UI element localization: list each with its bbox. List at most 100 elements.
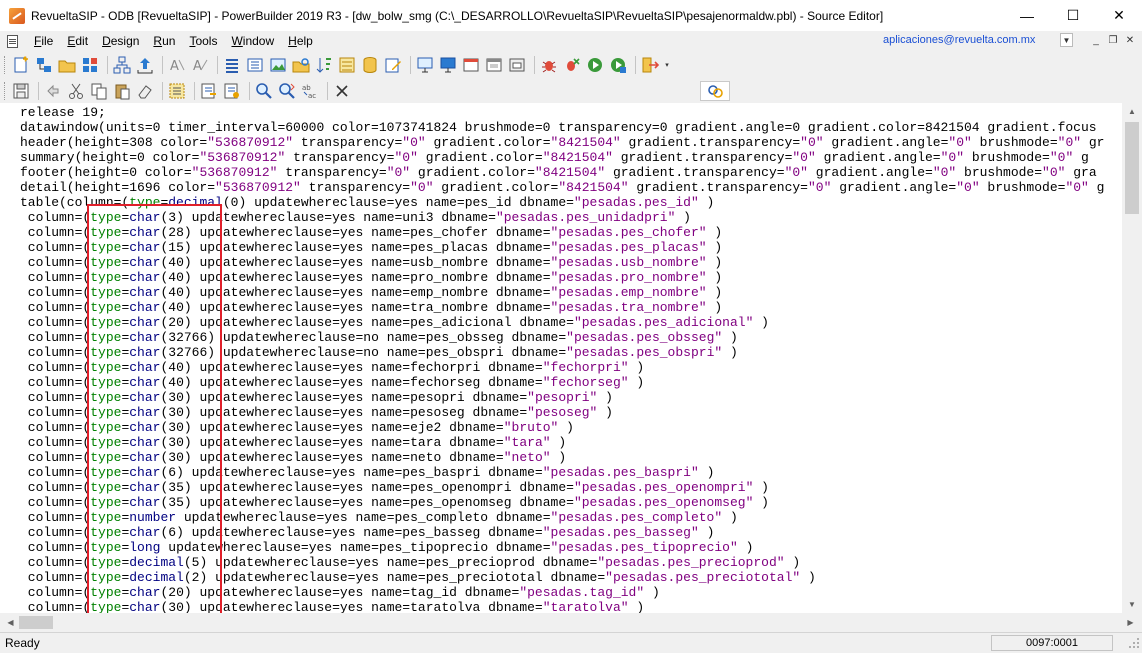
user-email-label[interactable]: aplicaciones@revuelta.com.mx [883, 34, 1035, 46]
code-token: ) [706, 255, 723, 270]
menu-item[interactable]: File [27, 31, 60, 51]
vertical-scroll-thumb[interactable] [1125, 122, 1139, 214]
code-token: ) [628, 375, 645, 390]
code-token: column=( [20, 270, 91, 285]
code-line[interactable]: release 19; [20, 105, 1104, 120]
code-token: column=( [20, 435, 91, 450]
text-style2-icon[interactable]: A [190, 55, 210, 75]
new-icon[interactable] [11, 55, 31, 75]
code-line[interactable]: header(height=308 color="536870912" tran… [20, 135, 1104, 150]
toolbar-separator [194, 81, 195, 100]
code-token: detail(height=1696 color= [20, 180, 216, 195]
menu-item-label: ile [41, 34, 54, 48]
menu-item[interactable]: Design [95, 31, 146, 51]
list-icon[interactable] [222, 55, 242, 75]
code-line[interactable]: footer(height=0 color="536870912" transp… [20, 165, 1104, 180]
replace-icon[interactable]: ab ac [300, 81, 320, 101]
close-button[interactable]: ✕ [1096, 0, 1142, 31]
code-token: brushmode= [956, 165, 1043, 180]
code-token: brushmode= [979, 180, 1066, 195]
menu-item[interactable]: Help [281, 31, 320, 51]
run-icon[interactable] [585, 55, 605, 75]
mdi-restore-icon[interactable]: ❐ [1106, 34, 1120, 47]
email-dropdown-button[interactable]: ▼ [1060, 33, 1073, 47]
comment-icon[interactable] [199, 81, 219, 101]
browse-folder-icon[interactable] [291, 55, 311, 75]
code-line[interactable]: detail(height=1696 color="536870912" tra… [20, 180, 1104, 195]
code-line[interactable]: datawindow(units=0 timer_interval=60000 … [20, 120, 1104, 135]
copy-icon[interactable] [89, 81, 109, 101]
code-token: "neto" [503, 450, 551, 465]
find-icon[interactable] [254, 81, 274, 101]
code-token: ) [628, 360, 645, 375]
horizontal-scrollbar[interactable]: ◀ ▶ [0, 613, 1142, 632]
tabular-icon[interactable] [80, 55, 100, 75]
sort-icon[interactable] [314, 55, 334, 75]
datawindow-icon[interactable] [337, 55, 357, 75]
code-token: gradient.transparency= [612, 150, 793, 165]
text-style-icon[interactable]: A [167, 55, 187, 75]
tree-icon[interactable] [112, 55, 132, 75]
code-token: transparency= [285, 150, 395, 165]
scroll-right-icon[interactable]: ▶ [1122, 613, 1139, 632]
code-token: "pesadas.pes_precioprod" [597, 555, 785, 570]
resize-grip-icon[interactable] [1128, 637, 1140, 649]
window-icon[interactable] [461, 55, 481, 75]
maximize-button[interactable]: ☐ [1050, 0, 1096, 31]
edit-icon[interactable] [383, 55, 403, 75]
image-icon[interactable] [268, 55, 288, 75]
scroll-up-icon[interactable]: ▲ [1122, 103, 1142, 120]
document-icon[interactable] [7, 34, 18, 48]
code-token: gradient.transparency= [620, 135, 801, 150]
monitor-icon[interactable] [438, 55, 458, 75]
code-token: gr [1081, 135, 1105, 150]
debug-stop-icon[interactable] [562, 55, 582, 75]
code-token: "8421504" [550, 135, 621, 150]
library-icon[interactable] [245, 55, 265, 75]
close-editor-icon[interactable] [332, 81, 352, 101]
scroll-left-icon[interactable]: ◀ [2, 613, 19, 632]
mdi-minimize-icon[interactable]: _ [1089, 34, 1103, 47]
find-next-icon[interactable] [277, 81, 297, 101]
code-token: "bruto" [503, 420, 559, 435]
exit-icon[interactable] [640, 55, 660, 75]
mdi-close-icon[interactable]: ✕ [1123, 34, 1137, 47]
code-token: "0" [1057, 135, 1082, 150]
menu-item[interactable]: Window [224, 31, 281, 51]
vertical-scrollbar[interactable]: ▲ ▼ [1122, 103, 1142, 613]
scroll-down-icon[interactable]: ▼ [1122, 596, 1142, 613]
toolbar-separator [217, 56, 218, 74]
select-all-icon[interactable] [167, 81, 187, 101]
window3-icon[interactable] [507, 55, 527, 75]
inherit-icon[interactable] [34, 55, 54, 75]
toolbar-grip[interactable] [4, 81, 7, 100]
toolbar-dropdown-icon[interactable]: ▾ [663, 55, 671, 75]
database-icon[interactable] [360, 55, 380, 75]
uncomment-icon[interactable] [222, 81, 242, 101]
paste-icon[interactable] [112, 81, 132, 101]
menu-item[interactable]: Edit [60, 31, 95, 51]
code-token: "pesadas.tag_id" [519, 585, 645, 600]
preview-icon[interactable] [415, 55, 435, 75]
window2-icon[interactable] [484, 55, 504, 75]
undo-icon[interactable] [43, 81, 63, 101]
debug-icon[interactable] [539, 55, 559, 75]
code-token: header(height=308 color= [20, 135, 208, 150]
menu-item[interactable]: Tools [182, 31, 224, 51]
select-run-icon[interactable] [608, 55, 628, 75]
clear-icon[interactable] [135, 81, 155, 101]
code-token: brushmode= [971, 135, 1058, 150]
toolbar-grip[interactable] [4, 56, 7, 74]
code-token: "pesoseg" [527, 405, 598, 420]
minimize-button[interactable]: — [1004, 0, 1050, 31]
menu-item-accelerator: W [231, 34, 243, 48]
save-icon[interactable] [11, 81, 31, 101]
open-icon[interactable] [57, 55, 77, 75]
cut-icon[interactable] [66, 81, 86, 101]
code-token: ) [558, 420, 574, 435]
horizontal-scroll-thumb[interactable] [19, 616, 53, 629]
code-line[interactable]: summary(height=0 color="536870912" trans… [20, 150, 1104, 165]
deploy-icon[interactable] [135, 55, 155, 75]
menu-item[interactable]: Run [146, 31, 182, 51]
ai-assist-button[interactable] [700, 81, 730, 101]
